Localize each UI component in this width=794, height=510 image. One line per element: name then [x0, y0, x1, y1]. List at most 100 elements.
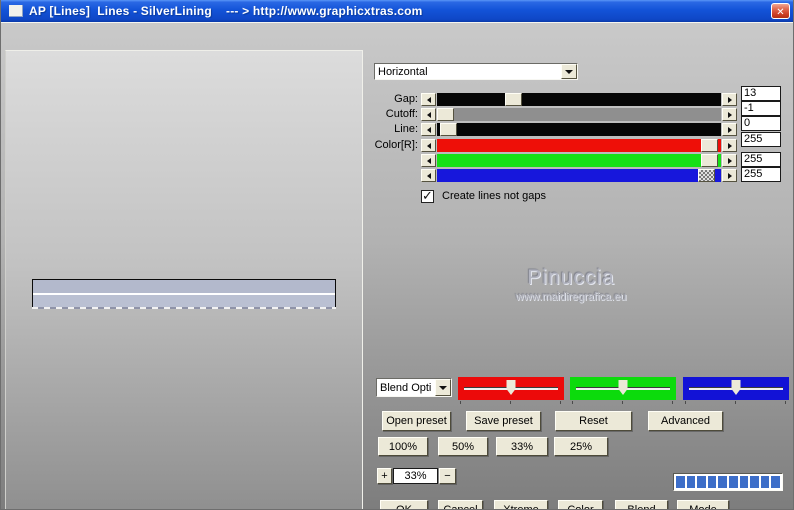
arrow-left-icon [427, 127, 431, 133]
arrow-right-icon [728, 127, 732, 133]
slider-track[interactable] [437, 139, 721, 152]
arrow-right-icon [728, 158, 732, 164]
progress-segment [771, 476, 780, 488]
gap-slider[interactable] [421, 93, 737, 106]
slider-left-arrow-button[interactable] [421, 169, 436, 182]
progress-segment [750, 476, 759, 488]
preview-lines-rect [32, 279, 336, 307]
blend-options-value: Blend Opti [377, 382, 435, 394]
window-content: Horizontal Gap: Cutoff: Line: Color[R]: [1, 22, 793, 509]
watermark-subtitle: www.maidiregrafica.eu [431, 291, 711, 303]
zoom-in-button[interactable]: + [377, 468, 392, 484]
progress-segment [708, 476, 717, 488]
zoom-100-button[interactable]: 100% [378, 437, 428, 456]
color-r-label: Color[R]: [338, 139, 418, 152]
zoom-25-button[interactable]: 25% [554, 437, 608, 456]
slider-right-arrow-button[interactable] [722, 123, 737, 136]
slider-left-arrow-button[interactable] [421, 108, 436, 121]
title-bar: AP [Lines] Lines - SilverLining --- > ht… [1, 0, 793, 22]
arrow-right-icon [728, 143, 732, 149]
dropdown-button[interactable] [435, 379, 451, 396]
slider-left-arrow-button[interactable] [421, 93, 436, 106]
create-lines-checkbox[interactable] [421, 190, 434, 203]
zoom-level-field[interactable]: 33% [393, 468, 438, 484]
progress-segment [697, 476, 706, 488]
slider-thumb[interactable] [507, 380, 516, 395]
slider-track[interactable] [437, 123, 721, 136]
progress-segment [718, 476, 727, 488]
color-b-slider[interactable] [421, 169, 737, 182]
slider-thumb[interactable] [440, 123, 457, 136]
progress-segment [676, 476, 685, 488]
slider-left-arrow-button[interactable] [421, 123, 436, 136]
watermark-title: Pinuccia [431, 266, 711, 290]
slider-thumb[interactable] [619, 380, 628, 395]
slider-right-arrow-button[interactable] [722, 169, 737, 182]
arrow-left-icon [427, 112, 431, 118]
arrow-left-icon [427, 97, 431, 103]
line-label: Line: [338, 123, 418, 136]
blend-button[interactable]: Blend [615, 500, 668, 510]
blend-options-dropdown[interactable]: Blend Opti [376, 378, 452, 397]
close-button[interactable] [771, 3, 790, 19]
slider-thumb[interactable] [732, 380, 741, 395]
arrow-left-icon [427, 158, 431, 164]
watermark: Pinuccia www.maidiregrafica.eu [431, 266, 711, 303]
color-button[interactable]: Color [558, 500, 603, 510]
slider-thumb[interactable] [701, 139, 718, 152]
arrow-right-icon [728, 97, 732, 103]
zoom-out-button[interactable]: − [439, 468, 456, 484]
progress-bar [673, 473, 783, 491]
color-g-slider[interactable] [421, 154, 737, 167]
slider-left-arrow-button[interactable] [421, 139, 436, 152]
reset-button[interactable]: Reset [555, 411, 632, 431]
color-r-slider[interactable] [421, 139, 737, 152]
zoom-33-button[interactable]: 33% [496, 437, 548, 456]
red-channel-slider[interactable] [458, 377, 564, 400]
window-title: AP [Lines] Lines - SilverLining --- > ht… [29, 4, 423, 18]
ok-button[interactable]: OK [380, 500, 428, 510]
chevron-down-icon [565, 70, 573, 74]
slider-thumb[interactable] [505, 93, 522, 106]
progress-segment [740, 476, 749, 488]
color-g-value-field[interactable]: 255 [741, 152, 781, 167]
line-slider[interactable] [421, 123, 737, 136]
progress-segment [687, 476, 696, 488]
advanced-button[interactable]: Advanced [648, 411, 723, 431]
slider-track[interactable] [437, 93, 721, 106]
line-direction-dropdown[interactable]: Horizontal [374, 63, 578, 80]
slider-track[interactable] [437, 154, 721, 167]
slider-thumb[interactable] [698, 169, 715, 182]
gap-label: Gap: [338, 93, 418, 106]
zoom-50-button[interactable]: 50% [438, 437, 488, 456]
save-preset-button[interactable]: Save preset [466, 411, 541, 431]
chevron-down-icon [439, 386, 447, 390]
open-preset-button[interactable]: Open preset [382, 411, 451, 431]
color-b-value-field[interactable]: 255 [741, 167, 781, 182]
green-channel-slider[interactable] [570, 377, 676, 400]
line-direction-value: Horizontal [375, 66, 561, 78]
line-value-field[interactable]: 0 [741, 116, 781, 131]
cutoff-slider[interactable] [421, 108, 737, 121]
arrow-left-icon [427, 143, 431, 149]
dropdown-button[interactable] [561, 64, 577, 79]
slider-track[interactable] [437, 108, 721, 121]
slider-right-arrow-button[interactable] [722, 93, 737, 106]
slider-thumb[interactable] [437, 108, 454, 121]
preview-panel[interactable] [5, 50, 363, 510]
mode-button[interactable]: Mode [677, 500, 729, 510]
slider-left-arrow-button[interactable] [421, 154, 436, 167]
gap-value-field[interactable]: 13 [741, 86, 781, 101]
xtreme-button[interactable]: Xtreme [494, 500, 548, 510]
cancel-button[interactable]: Cancel [438, 500, 483, 510]
progress-segment [729, 476, 738, 488]
slider-track[interactable] [437, 169, 721, 182]
slider-right-arrow-button[interactable] [722, 108, 737, 121]
blue-channel-slider[interactable] [683, 377, 789, 400]
slider-right-arrow-button[interactable] [722, 154, 737, 167]
slider-thumb[interactable] [701, 154, 718, 167]
progress-segment [761, 476, 770, 488]
color-r-value-field[interactable]: 255 [741, 132, 781, 147]
slider-right-arrow-button[interactable] [722, 139, 737, 152]
cutoff-value-field[interactable]: -1 [741, 101, 781, 116]
